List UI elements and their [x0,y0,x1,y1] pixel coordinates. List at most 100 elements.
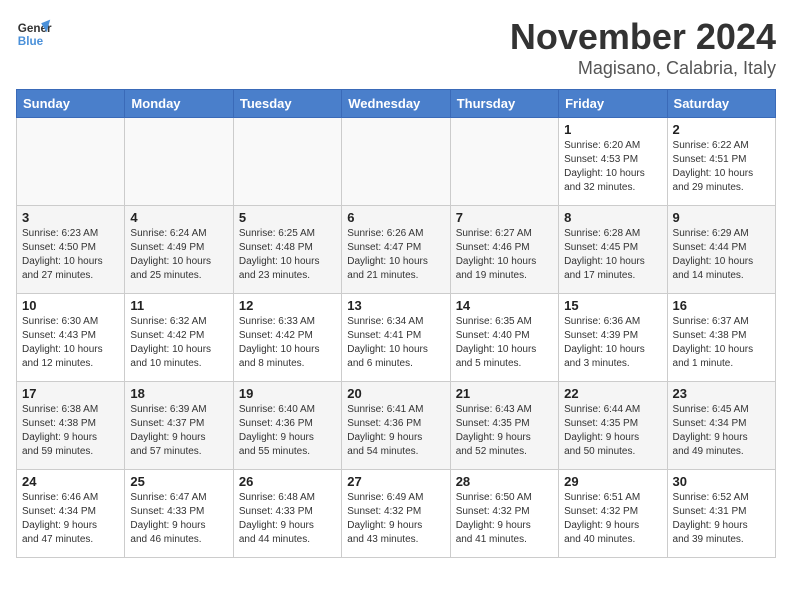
weekday-header-row: SundayMondayTuesdayWednesdayThursdayFrid… [17,90,776,118]
cell-info: Sunrise: 6:38 AM Sunset: 4:38 PM Dayligh… [22,403,119,459]
calendar-cell: 19 Sunrise: 6:40 AM Sunset: 4:36 PM Dayli… [233,382,341,470]
cell-info: Sunrise: 6:52 AM Sunset: 4:31 PM Dayligh… [673,491,770,547]
calendar-cell: 26 Sunrise: 6:48 AM Sunset: 4:33 PM Dayli… [233,470,341,558]
calendar-cell [233,118,341,206]
week-row-1: 3 Sunrise: 6:23 AM Sunset: 4:50 PM Daylig… [17,206,776,294]
svg-text:Blue: Blue [18,35,44,48]
day-number: 30 [673,474,770,489]
cell-info: Sunrise: 6:47 AM Sunset: 4:33 PM Dayligh… [130,491,227,547]
header: General Blue November 2024 Magisano, Cal… [16,16,776,79]
calendar-cell: 24Sunrise: 6:46 AM Sunset: 4:34 PM Dayli… [17,470,125,558]
cell-info: Sunrise: 6:41 AM Sunset: 4:36 PM Dayligh… [347,403,444,459]
cell-info: Sunrise: 6:37 AM Sunset: 4:38 PM Dayligh… [673,315,770,371]
calendar-cell: 23Sunrise: 6:45 AM Sunset: 4:34 PM Dayli… [667,382,775,470]
week-row-3: 17 Sunrise: 6:38 AM Sunset: 4:38 PM Dayli… [17,382,776,470]
day-number: 13 [347,298,444,313]
cell-info: Sunrise: 6:46 AM Sunset: 4:34 PM Dayligh… [22,491,119,547]
cell-info: Sunrise: 6:23 AM Sunset: 4:50 PM Dayligh… [22,227,119,283]
calendar-cell: 11Sunrise: 6:32 AM Sunset: 4:42 PM Dayli… [125,294,233,382]
calendar-table: SundayMondayTuesdayWednesdayThursdayFrid… [16,89,776,558]
calendar-cell: 17 Sunrise: 6:38 AM Sunset: 4:38 PM Dayli… [17,382,125,470]
week-row-2: 10Sunrise: 6:30 AM Sunset: 4:43 PM Dayli… [17,294,776,382]
calendar-cell [342,118,450,206]
calendar-cell: 15 Sunrise: 6:36 AM Sunset: 4:39 PM Dayli… [559,294,667,382]
day-number: 19 [239,386,336,401]
cell-info: Sunrise: 6:20 AM Sunset: 4:53 PM Dayligh… [564,139,661,195]
logo-icon: General Blue [16,16,52,52]
calendar-cell: 7 Sunrise: 6:27 AM Sunset: 4:46 PM Daylig… [450,206,558,294]
day-number: 11 [130,298,227,313]
calendar-cell: 12Sunrise: 6:33 AM Sunset: 4:42 PM Dayli… [233,294,341,382]
weekday-header-tuesday: Tuesday [233,90,341,118]
cell-info: Sunrise: 6:30 AM Sunset: 4:43 PM Dayligh… [22,315,119,371]
week-row-4: 24Sunrise: 6:46 AM Sunset: 4:34 PM Dayli… [17,470,776,558]
cell-info: Sunrise: 6:25 AM Sunset: 4:48 PM Dayligh… [239,227,336,283]
cell-info: Sunrise: 6:35 AM Sunset: 4:40 PM Dayligh… [456,315,553,371]
cell-info: Sunrise: 6:36 AM Sunset: 4:39 PM Dayligh… [564,315,661,371]
month-title: November 2024 [510,16,776,58]
day-number: 9 [673,210,770,225]
calendar-cell: 16 Sunrise: 6:37 AM Sunset: 4:38 PM Dayli… [667,294,775,382]
day-number: 7 [456,210,553,225]
calendar-cell: 13 Sunrise: 6:34 AM Sunset: 4:41 PM Dayli… [342,294,450,382]
calendar-cell: 9 Sunrise: 6:29 AM Sunset: 4:44 PM Daylig… [667,206,775,294]
day-number: 5 [239,210,336,225]
calendar-cell: 14 Sunrise: 6:35 AM Sunset: 4:40 PM Dayli… [450,294,558,382]
day-number: 20 [347,386,444,401]
day-number: 6 [347,210,444,225]
day-number: 25 [130,474,227,489]
calendar-cell: 1 Sunrise: 6:20 AM Sunset: 4:53 PM Daylig… [559,118,667,206]
day-number: 3 [22,210,119,225]
cell-info: Sunrise: 6:26 AM Sunset: 4:47 PM Dayligh… [347,227,444,283]
calendar-cell: 3 Sunrise: 6:23 AM Sunset: 4:50 PM Daylig… [17,206,125,294]
day-number: 23 [673,386,770,401]
cell-info: Sunrise: 6:44 AM Sunset: 4:35 PM Dayligh… [564,403,661,459]
cell-info: Sunrise: 6:48 AM Sunset: 4:33 PM Dayligh… [239,491,336,547]
calendar-cell: 30 Sunrise: 6:52 AM Sunset: 4:31 PM Dayli… [667,470,775,558]
weekday-header-thursday: Thursday [450,90,558,118]
calendar-cell [17,118,125,206]
day-number: 8 [564,210,661,225]
calendar-cell: 21Sunrise: 6:43 AM Sunset: 4:35 PM Dayli… [450,382,558,470]
cell-info: Sunrise: 6:39 AM Sunset: 4:37 PM Dayligh… [130,403,227,459]
calendar-cell: 20 Sunrise: 6:41 AM Sunset: 4:36 PM Dayli… [342,382,450,470]
cell-info: Sunrise: 6:33 AM Sunset: 4:42 PM Dayligh… [239,315,336,371]
logo: General Blue [16,16,52,52]
cell-info: Sunrise: 6:50 AM Sunset: 4:32 PM Dayligh… [456,491,553,547]
cell-info: Sunrise: 6:34 AM Sunset: 4:41 PM Dayligh… [347,315,444,371]
day-number: 16 [673,298,770,313]
calendar-cell: 25 Sunrise: 6:47 AM Sunset: 4:33 PM Dayli… [125,470,233,558]
weekday-header-friday: Friday [559,90,667,118]
location-title: Magisano, Calabria, Italy [510,58,776,79]
day-number: 26 [239,474,336,489]
day-number: 17 [22,386,119,401]
weekday-header-sunday: Sunday [17,90,125,118]
day-number: 27 [347,474,444,489]
calendar-cell: 10Sunrise: 6:30 AM Sunset: 4:43 PM Dayli… [17,294,125,382]
calendar-cell: 22Sunrise: 6:44 AM Sunset: 4:35 PM Dayli… [559,382,667,470]
weekday-header-monday: Monday [125,90,233,118]
calendar-cell: 5 Sunrise: 6:25 AM Sunset: 4:48 PM Daylig… [233,206,341,294]
day-number: 14 [456,298,553,313]
cell-info: Sunrise: 6:40 AM Sunset: 4:36 PM Dayligh… [239,403,336,459]
day-number: 21 [456,386,553,401]
day-number: 29 [564,474,661,489]
calendar-cell: 29Sunrise: 6:51 AM Sunset: 4:32 PM Dayli… [559,470,667,558]
cell-info: Sunrise: 6:27 AM Sunset: 4:46 PM Dayligh… [456,227,553,283]
day-number: 15 [564,298,661,313]
calendar-cell: 27Sunrise: 6:49 AM Sunset: 4:32 PM Dayli… [342,470,450,558]
weekday-header-saturday: Saturday [667,90,775,118]
cell-info: Sunrise: 6:28 AM Sunset: 4:45 PM Dayligh… [564,227,661,283]
calendar-cell [450,118,558,206]
calendar-cell: 28 Sunrise: 6:50 AM Sunset: 4:32 PM Dayli… [450,470,558,558]
day-number: 4 [130,210,227,225]
cell-info: Sunrise: 6:24 AM Sunset: 4:49 PM Dayligh… [130,227,227,283]
weekday-header-wednesday: Wednesday [342,90,450,118]
cell-info: Sunrise: 6:29 AM Sunset: 4:44 PM Dayligh… [673,227,770,283]
day-number: 1 [564,122,661,137]
calendar-cell: 4 Sunrise: 6:24 AM Sunset: 4:49 PM Daylig… [125,206,233,294]
week-row-0: 1 Sunrise: 6:20 AM Sunset: 4:53 PM Daylig… [17,118,776,206]
day-number: 28 [456,474,553,489]
day-number: 18 [130,386,227,401]
calendar-cell: 2Sunrise: 6:22 AM Sunset: 4:51 PM Daylig… [667,118,775,206]
